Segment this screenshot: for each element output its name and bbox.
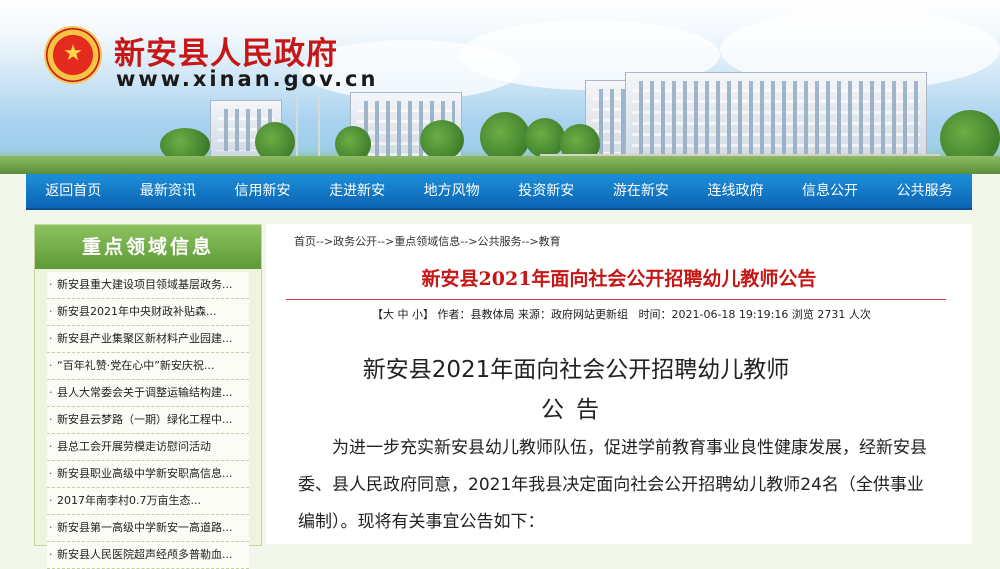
document-heading: 新安县2021年面向社会公开招聘幼儿教师 xyxy=(362,357,790,383)
font-size-bracket-open: 【 xyxy=(372,308,383,321)
article-panel: 首页-->政务公开-->重点领域信息-->公共服务-->教育 新安县2021年面… xyxy=(266,224,972,544)
sidebar-item[interactable]: “百年礼赞·党在心中”新安庆祝... xyxy=(47,353,249,380)
article-author: 作者：县教体局 xyxy=(437,308,515,321)
breadcrumb-home[interactable]: 首页 xyxy=(294,235,316,248)
banner-tree xyxy=(420,120,464,160)
nav-item-credit[interactable]: 信用新安 xyxy=(215,174,310,208)
breadcrumb-education[interactable]: 教育 xyxy=(539,235,561,248)
sidebar-item[interactable]: 新安县第一高级中学新安一高道路... xyxy=(47,515,249,542)
nav-item-travel[interactable]: 游在新安 xyxy=(594,174,689,208)
nav-item-news[interactable]: 最新资讯 xyxy=(121,174,216,208)
article-body: 为进一步充实新安县幼儿教师队伍，促进学前教育事业良性健康发展，经新安县委、县人民… xyxy=(298,438,927,532)
sidebar-item[interactable]: 2017年南李村0.7万亩生态... xyxy=(47,488,249,515)
font-size-bracket-close: 】 xyxy=(423,308,434,321)
document-subheading: 公告 xyxy=(541,397,611,423)
breadcrumb-separator: --> xyxy=(377,235,395,248)
nav-item-invest[interactable]: 投资新安 xyxy=(499,174,594,208)
sidebar-item[interactable]: 新安县重大建设项目领域基层政务... xyxy=(47,272,249,299)
sidebar-title: 重点领域信息 xyxy=(35,225,261,269)
article-meta: 【大 中 小】 作者：县教体局 来源：政府网站更新组 时间：2021-06-18… xyxy=(372,306,871,322)
banner-tree xyxy=(525,118,565,158)
sidebar-list: 新安县重大建设项目领域基层政务... 新安县2021年中央财政补贴森... 新安… xyxy=(35,269,261,569)
banner-ground xyxy=(0,156,1000,174)
sidebar-item[interactable]: 新安县职业高级中学新安职高信息... xyxy=(47,461,249,488)
breadcrumb-separator: --> xyxy=(521,235,539,248)
font-size-small-button[interactable]: 小 xyxy=(412,308,423,321)
sidebar-item[interactable]: 新安县2021年中央财政补贴森... xyxy=(47,299,249,326)
nav-item-about[interactable]: 走进新安 xyxy=(310,174,405,208)
article-title: 新安县2021年面向社会公开招聘幼儿教师公告 xyxy=(421,268,817,290)
breadcrumb-separator: --> xyxy=(316,235,334,248)
nav-item-disclosure[interactable]: 信息公开 xyxy=(783,174,878,208)
nav-item-home[interactable]: 返回首页 xyxy=(26,174,121,208)
sidebar-item[interactable]: 县人大常委会关于调整运输结构建... xyxy=(47,380,249,407)
flagpole xyxy=(296,96,298,156)
site-url: www.xinan.gov.cn xyxy=(116,67,379,91)
sidebar-item[interactable]: 新安县人民医院超声经颅多普勒血... xyxy=(47,542,249,569)
sidebar-item[interactable]: 新安县产业集聚区新材料产业园建... xyxy=(47,326,249,353)
main-nav: 返回首页 最新资讯 信用新安 走进新安 地方风物 投资新安 游在新安 连线政府 … xyxy=(26,174,972,210)
article-source: 来源：政府网站更新组 xyxy=(518,308,628,321)
breadcrumb: 首页-->政务公开-->重点领域信息-->公共服务-->教育 xyxy=(294,233,561,249)
breadcrumb-separator: --> xyxy=(460,235,478,248)
nav-item-local[interactable]: 地方风物 xyxy=(404,174,499,208)
font-size-large-button[interactable]: 大 xyxy=(383,308,394,321)
title-divider xyxy=(286,299,946,300)
breadcrumb-gov-affairs[interactable]: 政务公开 xyxy=(333,235,377,248)
font-size-medium-button[interactable]: 中 xyxy=(398,308,409,321)
article-time: 时间：2021-06-18 19:19:16 xyxy=(638,308,789,321)
article-views: 浏览 2731 人次 xyxy=(791,308,871,321)
nav-item-services[interactable]: 公共服务 xyxy=(877,174,972,208)
breadcrumb-public-services[interactable]: 公共服务 xyxy=(477,235,521,248)
national-emblem-icon: ★ xyxy=(46,28,100,82)
site-banner: ★ 新安县人民政府 www.xinan.gov.cn xyxy=(0,0,1000,174)
nav-item-contact[interactable]: 连线政府 xyxy=(688,174,783,208)
flagpole xyxy=(318,96,320,156)
sidebar-item[interactable]: 县总工会开展劳模走访慰问活动 xyxy=(47,434,249,461)
breadcrumb-key-areas[interactable]: 重点领域信息 xyxy=(394,235,460,248)
sidebar-item[interactable]: 新安县云梦路（一期）绿化工程中... xyxy=(47,407,249,434)
banner-tree xyxy=(480,112,530,162)
sidebar: 重点领域信息 新安县重大建设项目领域基层政务... 新安县2021年中央财政补贴… xyxy=(34,224,262,569)
